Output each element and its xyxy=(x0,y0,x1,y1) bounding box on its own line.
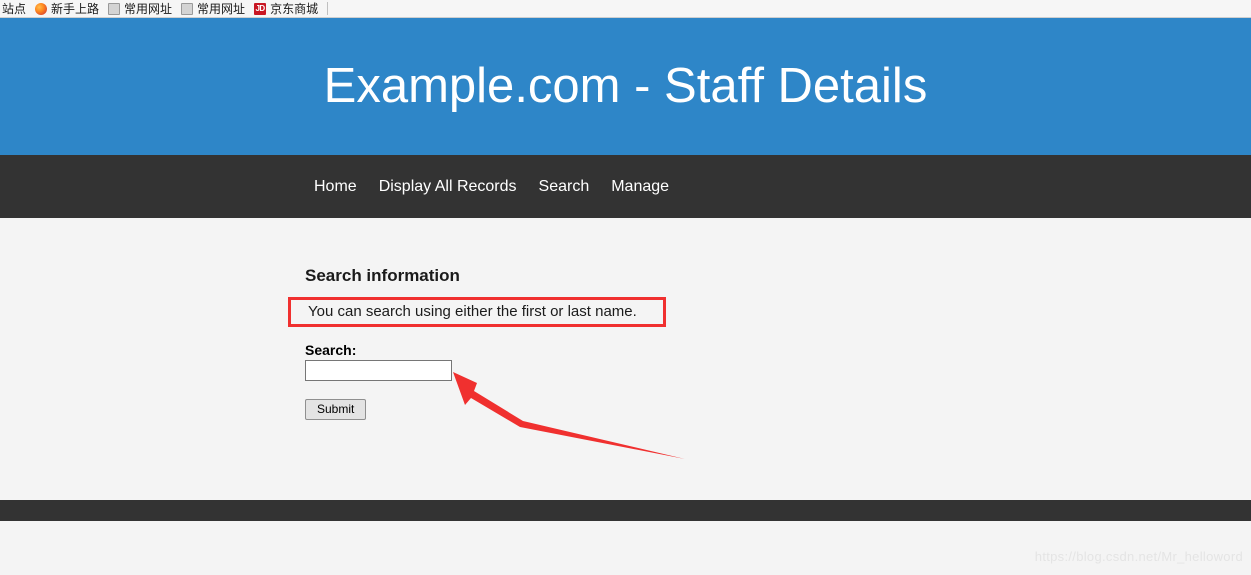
bookmark-separator xyxy=(327,2,329,15)
jd-icon: JD xyxy=(254,2,267,15)
bookmark-item-4[interactable]: JD 京东商城 xyxy=(252,1,325,17)
footer-area xyxy=(0,521,1251,575)
bookmark-blank-icon xyxy=(108,2,121,15)
nav-item-home[interactable]: Home xyxy=(305,155,368,218)
browser-bookmarks-bar: 站点 新手上路 常用网址 常用网址 JD 京东商城 xyxy=(0,0,1251,18)
search-input[interactable] xyxy=(305,360,452,381)
bookmark-item-0[interactable]: 站点 xyxy=(0,1,33,17)
nav-link-home[interactable]: Home xyxy=(305,155,368,218)
bookmark-item-2[interactable]: 常用网址 xyxy=(106,1,179,17)
nav-link-search[interactable]: Search xyxy=(528,155,601,218)
nav-item-manage[interactable]: Manage xyxy=(600,155,680,218)
main-content: Search information You can search using … xyxy=(0,218,1251,500)
site-header: Example.com - Staff Details xyxy=(0,18,1251,155)
bookmark-item-1[interactable]: 新手上路 xyxy=(33,1,106,17)
page-title: Example.com - Staff Details xyxy=(323,59,928,113)
bookmark-label: 常用网址 xyxy=(124,1,173,16)
nav-link-manage[interactable]: Manage xyxy=(600,155,680,218)
site-footer-bar xyxy=(0,500,1251,521)
main-navigation-bar: Home Display All Records Search Manage xyxy=(0,155,1251,218)
firefox-icon xyxy=(35,2,48,15)
section-title: Search information xyxy=(305,266,460,285)
bookmark-item-3[interactable]: 常用网址 xyxy=(179,1,252,17)
search-hint-highlighted: You can search using either the first or… xyxy=(288,297,666,327)
bookmark-label: 站点 xyxy=(2,1,27,16)
watermark-text: https://blog.csdn.net/Mr_helloword xyxy=(1034,549,1243,564)
nav-link-display-all-records[interactable]: Display All Records xyxy=(368,155,528,218)
nav-item-search[interactable]: Search xyxy=(528,155,601,218)
bookmark-blank-icon xyxy=(181,2,194,15)
search-field-label: Search: xyxy=(305,342,357,358)
bookmark-label: 京东商城 xyxy=(270,1,319,16)
submit-button[interactable]: Submit xyxy=(305,399,367,420)
nav-item-display-all-records[interactable]: Display All Records xyxy=(368,155,528,218)
nav-list: Home Display All Records Search Manage xyxy=(305,155,680,218)
bookmark-label: 常用网址 xyxy=(197,1,246,16)
bookmark-label: 新手上路 xyxy=(51,1,100,16)
